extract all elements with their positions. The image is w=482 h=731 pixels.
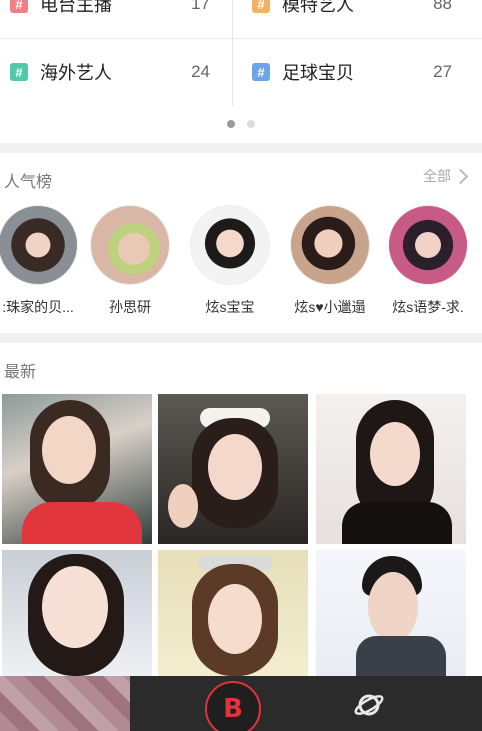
photo-tile[interactable] — [158, 550, 308, 676]
avatar — [190, 205, 270, 285]
avatar-name: 孙思研 — [109, 299, 151, 315]
see-all-label: 全部 — [423, 168, 451, 184]
category-name: 足球宝贝 — [282, 63, 354, 83]
planet-icon[interactable] — [352, 688, 386, 722]
page-dot — [247, 120, 255, 128]
hash-icon: # — [10, 63, 28, 81]
photo-tile[interactable] — [2, 394, 152, 544]
hash-icon: # — [252, 0, 270, 13]
popular-user[interactable]: 炫s宝宝 — [182, 205, 278, 317]
popular-user[interactable]: 孙思研 — [82, 205, 178, 317]
hash-icon: # — [252, 63, 270, 81]
category-grid: # 电台主播 17 # 模特艺人 88 # 海外艺人 24 # 足球宝贝 27 — [0, 0, 482, 108]
avatar-name: 炫s♥小邋遢 — [294, 299, 366, 315]
chevron-right-icon — [452, 168, 469, 184]
category-name: 海外艺人 — [40, 63, 112, 83]
divider — [232, 0, 233, 106]
section-divider — [0, 333, 482, 343]
category-count: 24 — [191, 62, 210, 81]
popular-title: 人气榜 — [4, 174, 53, 191]
avatar-name: 炫s宝宝 — [205, 299, 255, 315]
category-item[interactable]: # 模特艺人 88 — [242, 0, 474, 20]
avatar — [90, 205, 170, 285]
brand-b-icon: B — [223, 694, 243, 724]
category-name: 模特艺人 — [282, 0, 354, 15]
page-indicator — [0, 120, 482, 128]
page-dot-active — [227, 120, 235, 128]
bottom-tab-bar: B — [0, 676, 482, 731]
hash-icon: # — [10, 0, 28, 13]
photo-tile[interactable] — [316, 550, 466, 676]
tab-home-icon[interactable] — [0, 676, 130, 731]
category-count: 88 — [433, 0, 452, 13]
avatar — [388, 205, 468, 285]
popular-user[interactable]: :珠家的贝... — [0, 205, 86, 317]
divider — [0, 38, 482, 39]
photo-tile[interactable] — [2, 550, 152, 676]
avatar-name: :珠家的贝... — [2, 299, 74, 315]
category-count: 17 — [191, 0, 210, 13]
see-all-link[interactable]: 全部 — [423, 166, 469, 186]
popular-user[interactable]: 炫s♥小邋遢 — [282, 205, 378, 317]
tab-live-button[interactable]: B — [205, 681, 261, 731]
category-item[interactable]: # 海外艺人 24 — [0, 56, 232, 88]
section-divider — [0, 143, 482, 153]
avatar — [0, 205, 78, 285]
popular-user[interactable]: 炫s语梦-求. — [380, 205, 476, 317]
avatar — [290, 205, 370, 285]
latest-title: 最新 — [4, 364, 37, 381]
popular-list: :珠家的贝... 孙思研 炫s宝宝 炫s♥小邋遢 炫s语梦-求. — [0, 205, 482, 325]
avatar-name: 炫s语梦-求. — [392, 299, 464, 315]
photo-tile[interactable] — [316, 394, 466, 544]
photo-tile[interactable] — [158, 394, 308, 544]
category-item[interactable]: # 足球宝贝 27 — [242, 56, 474, 88]
category-name: 电台主播 — [40, 0, 112, 15]
category-count: 27 — [433, 62, 452, 81]
category-item[interactable]: # 电台主播 17 — [0, 0, 232, 20]
